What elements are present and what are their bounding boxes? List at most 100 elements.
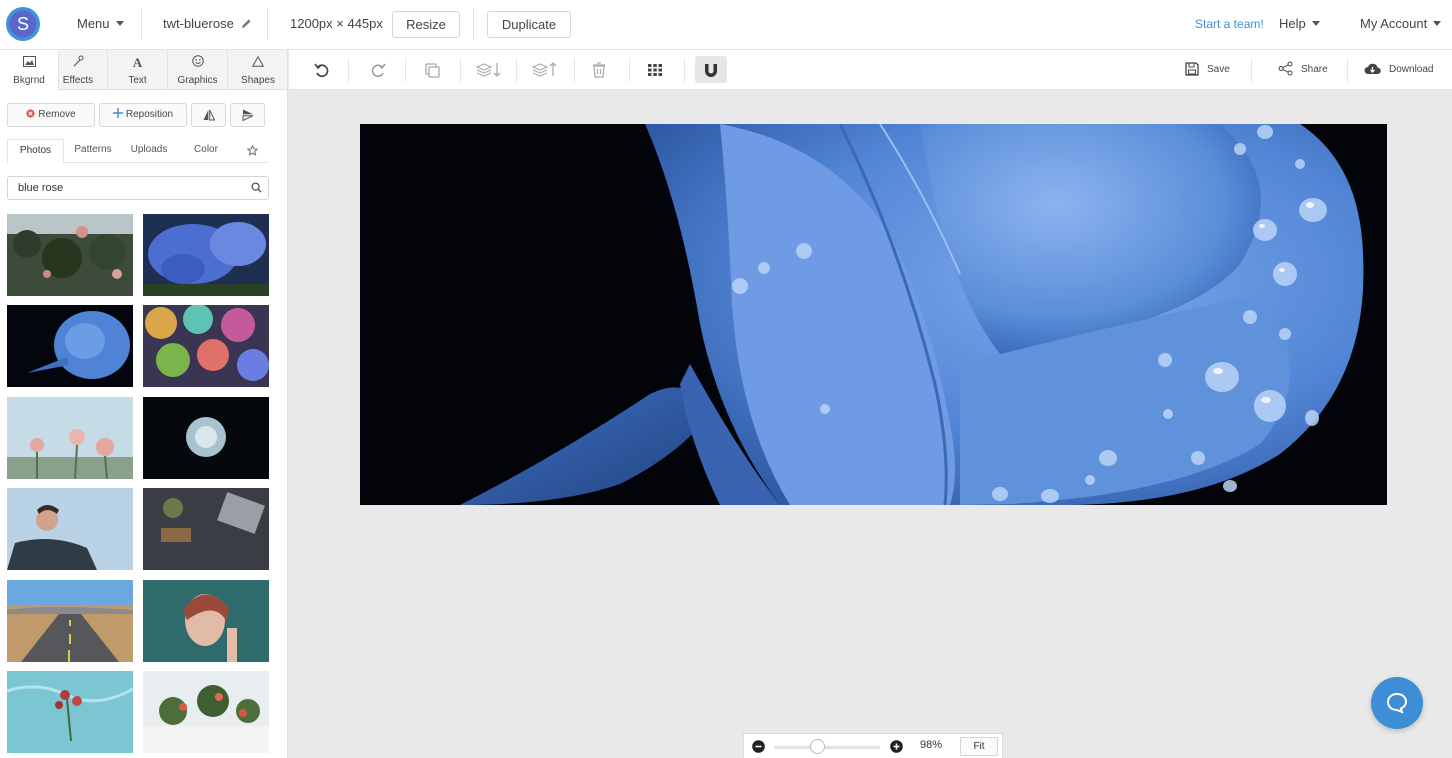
photo-thumbnail[interactable] — [7, 580, 133, 662]
tab-label: Graphics — [177, 75, 218, 86]
tab-label: Shapes — [241, 75, 275, 86]
resize-button[interactable]: Resize — [392, 11, 460, 38]
zoom-percentage: 98% — [920, 739, 943, 751]
reposition-label: Reposition — [125, 109, 174, 120]
divider — [405, 58, 406, 82]
menu-button[interactable]: Menu — [77, 0, 124, 50]
background-sub-tabs: Photos Patterns Uploads Color — [7, 139, 269, 164]
undo-icon[interactable] — [312, 60, 332, 80]
divider — [574, 58, 575, 82]
magnet-icon — [705, 64, 717, 77]
tab-photos[interactable]: Photos — [7, 139, 64, 164]
divider — [1347, 58, 1348, 82]
wand-icon — [49, 55, 107, 75]
tab-favorites[interactable] — [241, 139, 263, 163]
duplicate-button[interactable]: Duplicate — [487, 11, 571, 38]
chevron-down-icon — [1311, 21, 1320, 26]
account-menu[interactable]: My Account — [1360, 0, 1442, 50]
download-button[interactable]: Download — [1364, 50, 1433, 90]
photo-thumbnail[interactable] — [143, 305, 269, 387]
photo-thumbnail[interactable] — [7, 671, 133, 753]
top-bar: S Menu twt-bluerose 1200px × 445px Resiz… — [0, 0, 1452, 50]
snap-toggle[interactable] — [695, 56, 727, 83]
download-label: Download — [1389, 64, 1434, 75]
move-icon — [112, 108, 123, 118]
tab-text[interactable]: A Text — [108, 50, 168, 90]
save-icon — [1185, 62, 1199, 76]
chat-icon — [1386, 692, 1408, 714]
trash-icon[interactable] — [589, 60, 609, 80]
photo-thumbnail[interactable] — [7, 214, 133, 296]
chevron-down-icon — [115, 21, 124, 26]
save-button[interactable]: Save — [1185, 50, 1230, 90]
reposition-button[interactable]: Reposition — [99, 103, 187, 127]
divider — [516, 58, 517, 82]
left-panel: Bkgrnd Effects A Text Graphics Shapes Re… — [0, 50, 288, 758]
photo-person-sweater — [7, 488, 133, 570]
photo-thumbnail[interactable] — [143, 397, 269, 479]
photo-rainbow-roses — [143, 305, 269, 387]
help-menu[interactable]: Help — [1279, 0, 1320, 50]
flip-horizontal-button[interactable] — [191, 103, 226, 127]
divider — [460, 58, 461, 82]
photo-pink-rose-bush — [7, 214, 133, 296]
photo-blue-petals — [143, 214, 269, 296]
pencil-icon — [242, 19, 252, 29]
zoom-slider-track[interactable] — [774, 746, 880, 749]
photo-thumbnail[interactable] — [143, 488, 269, 570]
tab-graphics[interactable]: Graphics — [168, 50, 228, 90]
remove-label: Remove — [38, 109, 76, 120]
tab-patterns[interactable]: Patterns — [67, 139, 119, 163]
tool-tabs: Bkgrnd Effects A Text Graphics Shapes — [0, 50, 287, 90]
start-team-link[interactable]: Start a team! — [1195, 0, 1264, 50]
send-backward-icon[interactable] — [475, 60, 503, 80]
tab-color[interactable]: Color — [183, 139, 229, 163]
menu-label: Menu — [77, 16, 110, 31]
chevron-down-icon — [1433, 21, 1442, 26]
share-label: Share — [1301, 64, 1328, 75]
star-icon — [245, 144, 259, 156]
logo-letter: S — [16, 14, 29, 34]
flip-vertical-button[interactable] — [230, 103, 265, 127]
zoom-out-icon[interactable] — [752, 740, 765, 753]
tab-shapes[interactable]: Shapes — [228, 50, 287, 90]
photo-roses-water — [7, 671, 133, 753]
zoom-slider-handle[interactable] — [810, 739, 826, 754]
photo-thumbnail[interactable] — [7, 488, 133, 570]
design-dimensions: 1200px × 445px — [290, 16, 383, 31]
text-icon: A — [132, 55, 143, 70]
tab-label: Effects — [62, 75, 94, 86]
help-label: Help — [1279, 16, 1306, 31]
design-name[interactable]: twt-bluerose — [163, 0, 252, 50]
tab-uploads[interactable]: Uploads — [124, 139, 174, 163]
photo-white-rose-dark — [143, 397, 269, 479]
copy-icon[interactable] — [422, 60, 442, 80]
fit-button[interactable]: Fit — [960, 737, 998, 756]
flip-vertical-icon — [242, 109, 253, 122]
divider — [473, 8, 474, 40]
support-chat-button[interactable] — [1371, 677, 1423, 729]
search-input[interactable] — [8, 177, 238, 199]
tab-effects[interactable]: Effects — [49, 50, 108, 90]
photo-desk-laptop — [143, 488, 269, 570]
search-icon[interactable] — [251, 182, 262, 193]
app-logo[interactable]: S — [6, 7, 40, 41]
photo-thumbnail[interactable] — [143, 580, 269, 662]
divider — [267, 8, 268, 40]
grid-icon[interactable] — [645, 60, 665, 80]
photo-search — [7, 176, 269, 200]
bring-forward-icon[interactable] — [531, 60, 559, 80]
photo-desert-road — [7, 580, 133, 662]
redo-icon[interactable] — [368, 60, 388, 80]
remove-background-button[interactable]: Remove — [7, 103, 95, 127]
photo-thumbnail[interactable] — [7, 397, 133, 479]
design-canvas[interactable] — [360, 124, 1387, 505]
photo-rose-wall — [143, 671, 269, 753]
share-button[interactable]: Share — [1278, 50, 1328, 90]
photo-thumbnail[interactable] — [143, 671, 269, 753]
photo-thumbnail[interactable] — [143, 214, 269, 296]
zoom-in-icon[interactable] — [890, 740, 903, 753]
editor-toolbar: Save Share Download — [289, 50, 1452, 90]
remove-icon — [26, 109, 35, 118]
photo-thumbnail[interactable] — [7, 305, 133, 387]
